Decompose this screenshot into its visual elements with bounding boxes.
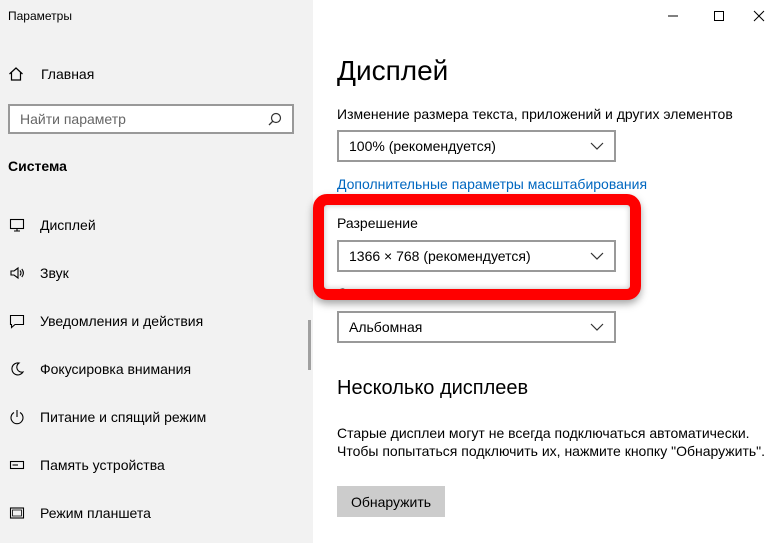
page-title: Дисплей	[337, 55, 449, 86]
sidebar-item-label: Память устройства	[40, 457, 165, 473]
resolution-highlight: Разрешение 1366 × 768 (рекомендуется) Ор…	[313, 194, 641, 300]
sidebar-item-sound[interactable]: Звук	[8, 261, 298, 285]
section-title: Система	[8, 158, 67, 174]
chevron-down-icon	[590, 320, 604, 334]
storage-icon	[8, 456, 26, 474]
home-label: Главная	[41, 66, 95, 82]
multi-display-description: Старые дисплеи могут не всегда подключат…	[337, 425, 766, 459]
sidebar-item-label: Дисплей	[40, 217, 96, 233]
search-input[interactable]	[10, 110, 266, 128]
notification-icon	[8, 312, 26, 330]
multi-display-title: Несколько дисплеев	[337, 377, 529, 399]
monitor-icon	[8, 216, 26, 234]
scale-dropdown[interactable]: 100% (рекомендуется)	[337, 130, 616, 162]
sidebar-item-power[interactable]: Питание и спящий режим	[8, 405, 298, 429]
home-nav-item[interactable]: Главная	[8, 62, 94, 86]
maximize-icon	[714, 11, 724, 21]
sidebar-scrollbar[interactable]	[308, 320, 311, 370]
minimize-icon	[668, 15, 678, 17]
resolution-label: Разрешение	[337, 215, 418, 231]
search-icon[interactable]	[266, 110, 284, 128]
close-button[interactable]	[736, 0, 782, 32]
sidebar-item-label: Фокусировка внимания	[40, 361, 192, 377]
orientation-dropdown[interactable]: Альбомная	[337, 311, 616, 343]
sidebar-item-label: Режим планшета	[40, 505, 151, 521]
tablet-icon	[8, 504, 26, 522]
chevron-down-icon	[590, 249, 604, 263]
sidebar: Параметры Главная Система Дисплей Звук У…	[0, 0, 313, 543]
chevron-down-icon	[590, 139, 604, 153]
app-title: Параметры	[8, 9, 72, 23]
sidebar-item-display[interactable]: Дисплей	[8, 213, 298, 237]
sidebar-item-focus[interactable]: Фокусировка внимания	[8, 357, 298, 381]
minimize-button[interactable]	[650, 0, 696, 32]
advanced-scaling-link[interactable]: Дополнительные параметры масштабирования	[337, 176, 647, 192]
orientation-label: Ориентация	[337, 285, 417, 300]
search-box[interactable]	[8, 104, 294, 134]
detect-button[interactable]: Обнаружить	[337, 486, 445, 517]
scale-label: Изменение размера текста, приложений и д…	[337, 106, 733, 122]
sidebar-item-tablet[interactable]: Режим планшета	[8, 501, 298, 525]
orientation-value: Альбомная	[349, 319, 423, 335]
sidebar-item-notifications[interactable]: Уведомления и действия	[8, 309, 298, 333]
sidebar-item-label: Звук	[40, 265, 69, 281]
close-icon	[753, 10, 765, 22]
sidebar-item-storage[interactable]: Память устройства	[8, 453, 298, 477]
power-icon	[8, 408, 26, 426]
speaker-icon	[8, 264, 26, 282]
resolution-value: 1366 × 768 (рекомендуется)	[349, 248, 531, 264]
resolution-dropdown[interactable]: 1366 × 768 (рекомендуется)	[337, 240, 616, 272]
scale-value: 100% (рекомендуется)	[349, 138, 496, 154]
home-icon	[8, 66, 24, 82]
sidebar-item-label: Уведомления и действия	[40, 313, 204, 329]
sidebar-item-label: Питание и спящий режим	[40, 409, 207, 425]
moon-icon	[8, 360, 26, 378]
